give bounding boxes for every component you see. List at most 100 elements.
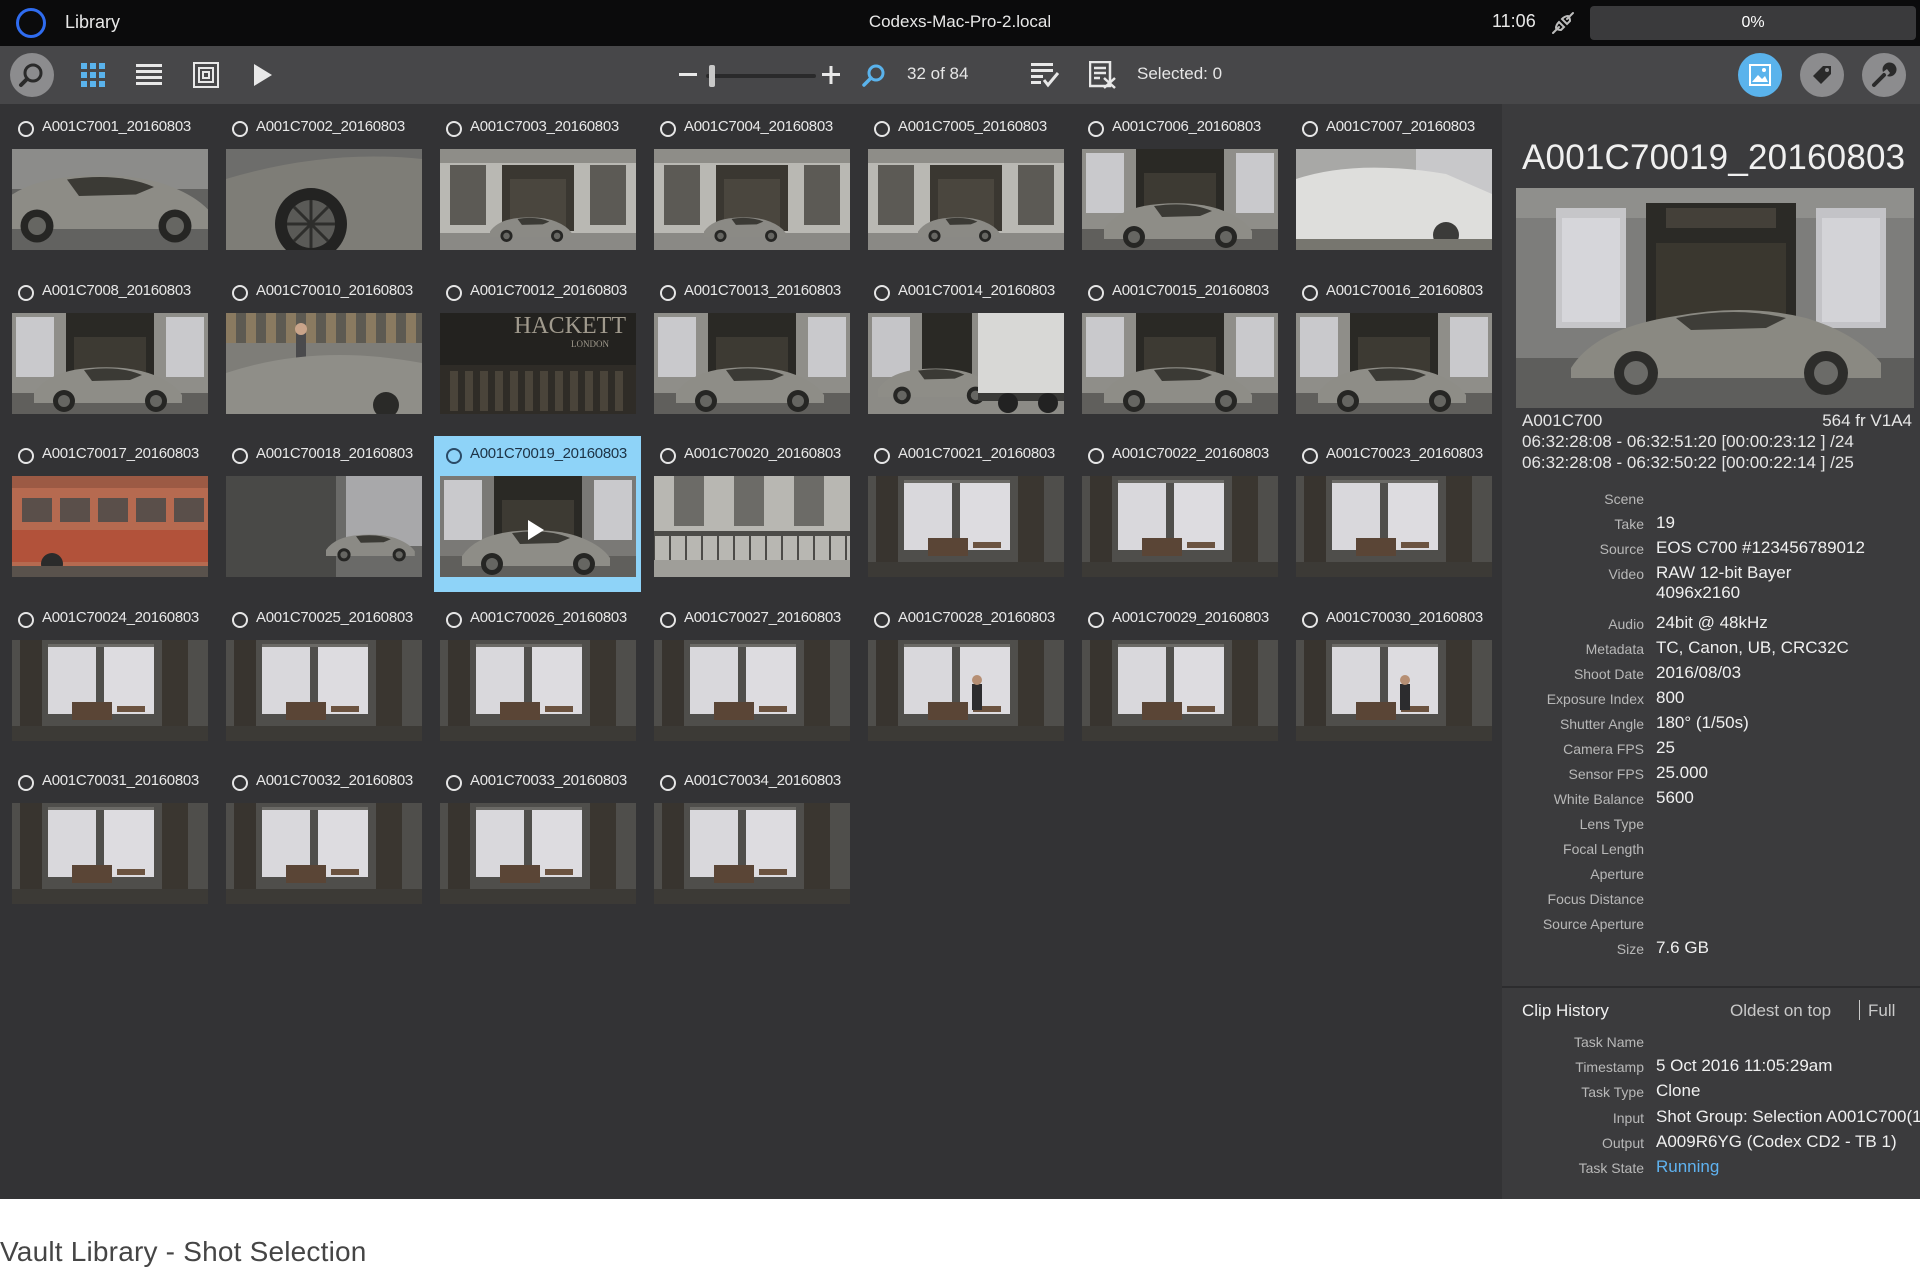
select-radio[interactable]	[232, 448, 248, 464]
clip-tile[interactable]: A001C70015_20160803	[1076, 273, 1283, 429]
clip-tile[interactable]: A001C7006_20160803	[1076, 109, 1283, 265]
clip-tile[interactable]: A001C70027_20160803	[648, 600, 855, 756]
clip-tile[interactable]: A001C70018_20160803	[220, 436, 427, 592]
list-view-button[interactable]	[128, 54, 170, 96]
select-radio[interactable]	[446, 284, 462, 301]
play-overlay-icon[interactable]	[528, 520, 544, 540]
clip-tile[interactable]: A001C70024_20160803	[6, 600, 213, 756]
clip-thumbnail[interactable]	[440, 149, 636, 250]
clip-thumbnail[interactable]	[868, 476, 1064, 577]
select-radio[interactable]	[18, 284, 34, 301]
clip-tile[interactable]: A001C70019_20160803	[434, 436, 641, 592]
history-order-option[interactable]: Oldest on top	[1730, 1001, 1831, 1021]
clip-thumbnail[interactable]	[654, 476, 850, 577]
select-radio[interactable]	[446, 448, 462, 464]
clip-preview[interactable]	[1516, 188, 1914, 408]
select-radio[interactable]	[446, 121, 462, 137]
select-radio[interactable]	[1088, 448, 1104, 464]
clip-tile[interactable]: A001C70026_20160803	[434, 600, 641, 756]
clip-tile[interactable]: A001C7002_20160803	[220, 109, 427, 265]
clip-thumbnail[interactable]: HACKETT LONDON	[440, 312, 636, 414]
clip-thumbnail[interactable]	[1082, 149, 1278, 250]
search-button[interactable]	[10, 53, 54, 97]
history-value[interactable]: Running	[1656, 1157, 1719, 1177]
clip-thumbnail[interactable]	[226, 476, 422, 577]
clip-tile[interactable]: A001C70022_20160803	[1076, 436, 1283, 592]
select-radio[interactable]	[232, 775, 248, 791]
select-all-button[interactable]	[1024, 54, 1066, 96]
select-radio[interactable]	[18, 611, 34, 628]
select-radio[interactable]	[232, 121, 248, 137]
clip-thumbnail[interactable]	[868, 149, 1064, 250]
select-radio[interactable]	[1302, 611, 1318, 628]
find-button[interactable]	[853, 54, 895, 96]
select-radio[interactable]	[232, 611, 248, 628]
select-radio[interactable]	[18, 448, 34, 464]
clip-thumbnail[interactable]	[654, 149, 850, 250]
select-radio[interactable]	[1088, 611, 1104, 628]
select-radio[interactable]	[1302, 448, 1318, 464]
clip-thumbnail[interactable]	[654, 312, 850, 414]
clip-tile[interactable]: A001C70030_20160803	[1290, 600, 1497, 756]
clip-thumbnail[interactable]	[12, 476, 208, 577]
select-radio[interactable]	[18, 775, 34, 791]
settings-button[interactable]	[1862, 53, 1906, 97]
select-radio[interactable]	[874, 284, 890, 301]
select-radio[interactable]	[446, 611, 462, 628]
clip-tile[interactable]: A001C70016_20160803	[1290, 273, 1497, 429]
clip-thumbnail[interactable]	[868, 312, 1064, 414]
select-radio[interactable]	[660, 448, 676, 464]
clip-thumbnail[interactable]	[1296, 476, 1492, 577]
select-radio[interactable]	[874, 448, 890, 464]
clip-tile[interactable]: A001C70029_20160803	[1076, 600, 1283, 756]
clip-tile[interactable]: A001C7008_20160803	[6, 273, 213, 429]
clip-tile[interactable]: A001C70031_20160803	[6, 763, 213, 919]
select-radio[interactable]	[1088, 284, 1104, 301]
select-radio[interactable]	[660, 611, 676, 628]
select-radio[interactable]	[232, 284, 248, 301]
clip-tile[interactable]: A001C70010_20160803	[220, 273, 427, 429]
select-radio[interactable]	[660, 121, 676, 137]
clip-thumbnail[interactable]	[12, 149, 208, 250]
clip-tile[interactable]: A001C70013_20160803	[648, 273, 855, 429]
gallery-view-button[interactable]	[185, 54, 227, 96]
clip-tile[interactable]: A001C70012_20160803 HACKETT LONDON	[434, 273, 641, 429]
clip-thumbnail[interactable]	[654, 803, 850, 904]
clip-thumbnail[interactable]	[1296, 149, 1492, 250]
clip-thumbnail[interactable]	[868, 639, 1064, 741]
clip-thumbnail[interactable]	[226, 639, 422, 741]
clip-tile[interactable]: A001C7001_20160803	[6, 109, 213, 265]
slider-handle[interactable]	[709, 65, 716, 87]
clip-tile[interactable]: A001C7007_20160803	[1290, 109, 1497, 265]
select-radio[interactable]	[660, 775, 676, 791]
clip-thumbnail[interactable]	[226, 149, 422, 250]
select-radio[interactable]	[1302, 121, 1318, 137]
clip-thumbnail[interactable]	[12, 639, 208, 741]
grid-view-button[interactable]	[72, 54, 114, 96]
play-button[interactable]	[242, 54, 284, 96]
clip-thumbnail[interactable]	[1296, 312, 1492, 414]
clip-tile[interactable]: A001C70032_20160803	[220, 763, 427, 919]
history-full-option[interactable]: Full	[1868, 1001, 1895, 1021]
clip-tile[interactable]: A001C70021_20160803	[862, 436, 1069, 592]
clip-thumbnail[interactable]	[226, 312, 422, 414]
select-radio[interactable]	[446, 775, 462, 791]
image-panel-button[interactable]	[1738, 53, 1782, 97]
clear-selection-button[interactable]	[1082, 54, 1124, 96]
zoom-out-button[interactable]	[667, 54, 709, 96]
clip-thumbnail[interactable]	[12, 312, 208, 414]
clip-thumbnail[interactable]	[1296, 639, 1492, 741]
select-radio[interactable]	[18, 121, 34, 137]
tag-button[interactable]	[1800, 53, 1844, 97]
clip-thumbnail[interactable]	[1082, 312, 1278, 414]
clip-tile[interactable]: A001C70028_20160803	[862, 600, 1069, 756]
clip-tile[interactable]: A001C7003_20160803	[434, 109, 641, 265]
clip-thumbnail[interactable]	[440, 639, 636, 741]
clip-tile[interactable]: A001C7005_20160803	[862, 109, 1069, 265]
select-radio[interactable]	[874, 121, 890, 137]
clip-thumbnail[interactable]	[1082, 639, 1278, 741]
thumbnail-size-slider[interactable]	[706, 74, 816, 78]
clip-thumbnail[interactable]	[440, 803, 636, 904]
clip-thumbnail[interactable]	[12, 803, 208, 904]
clip-tile[interactable]: A001C70014_20160803	[862, 273, 1069, 429]
